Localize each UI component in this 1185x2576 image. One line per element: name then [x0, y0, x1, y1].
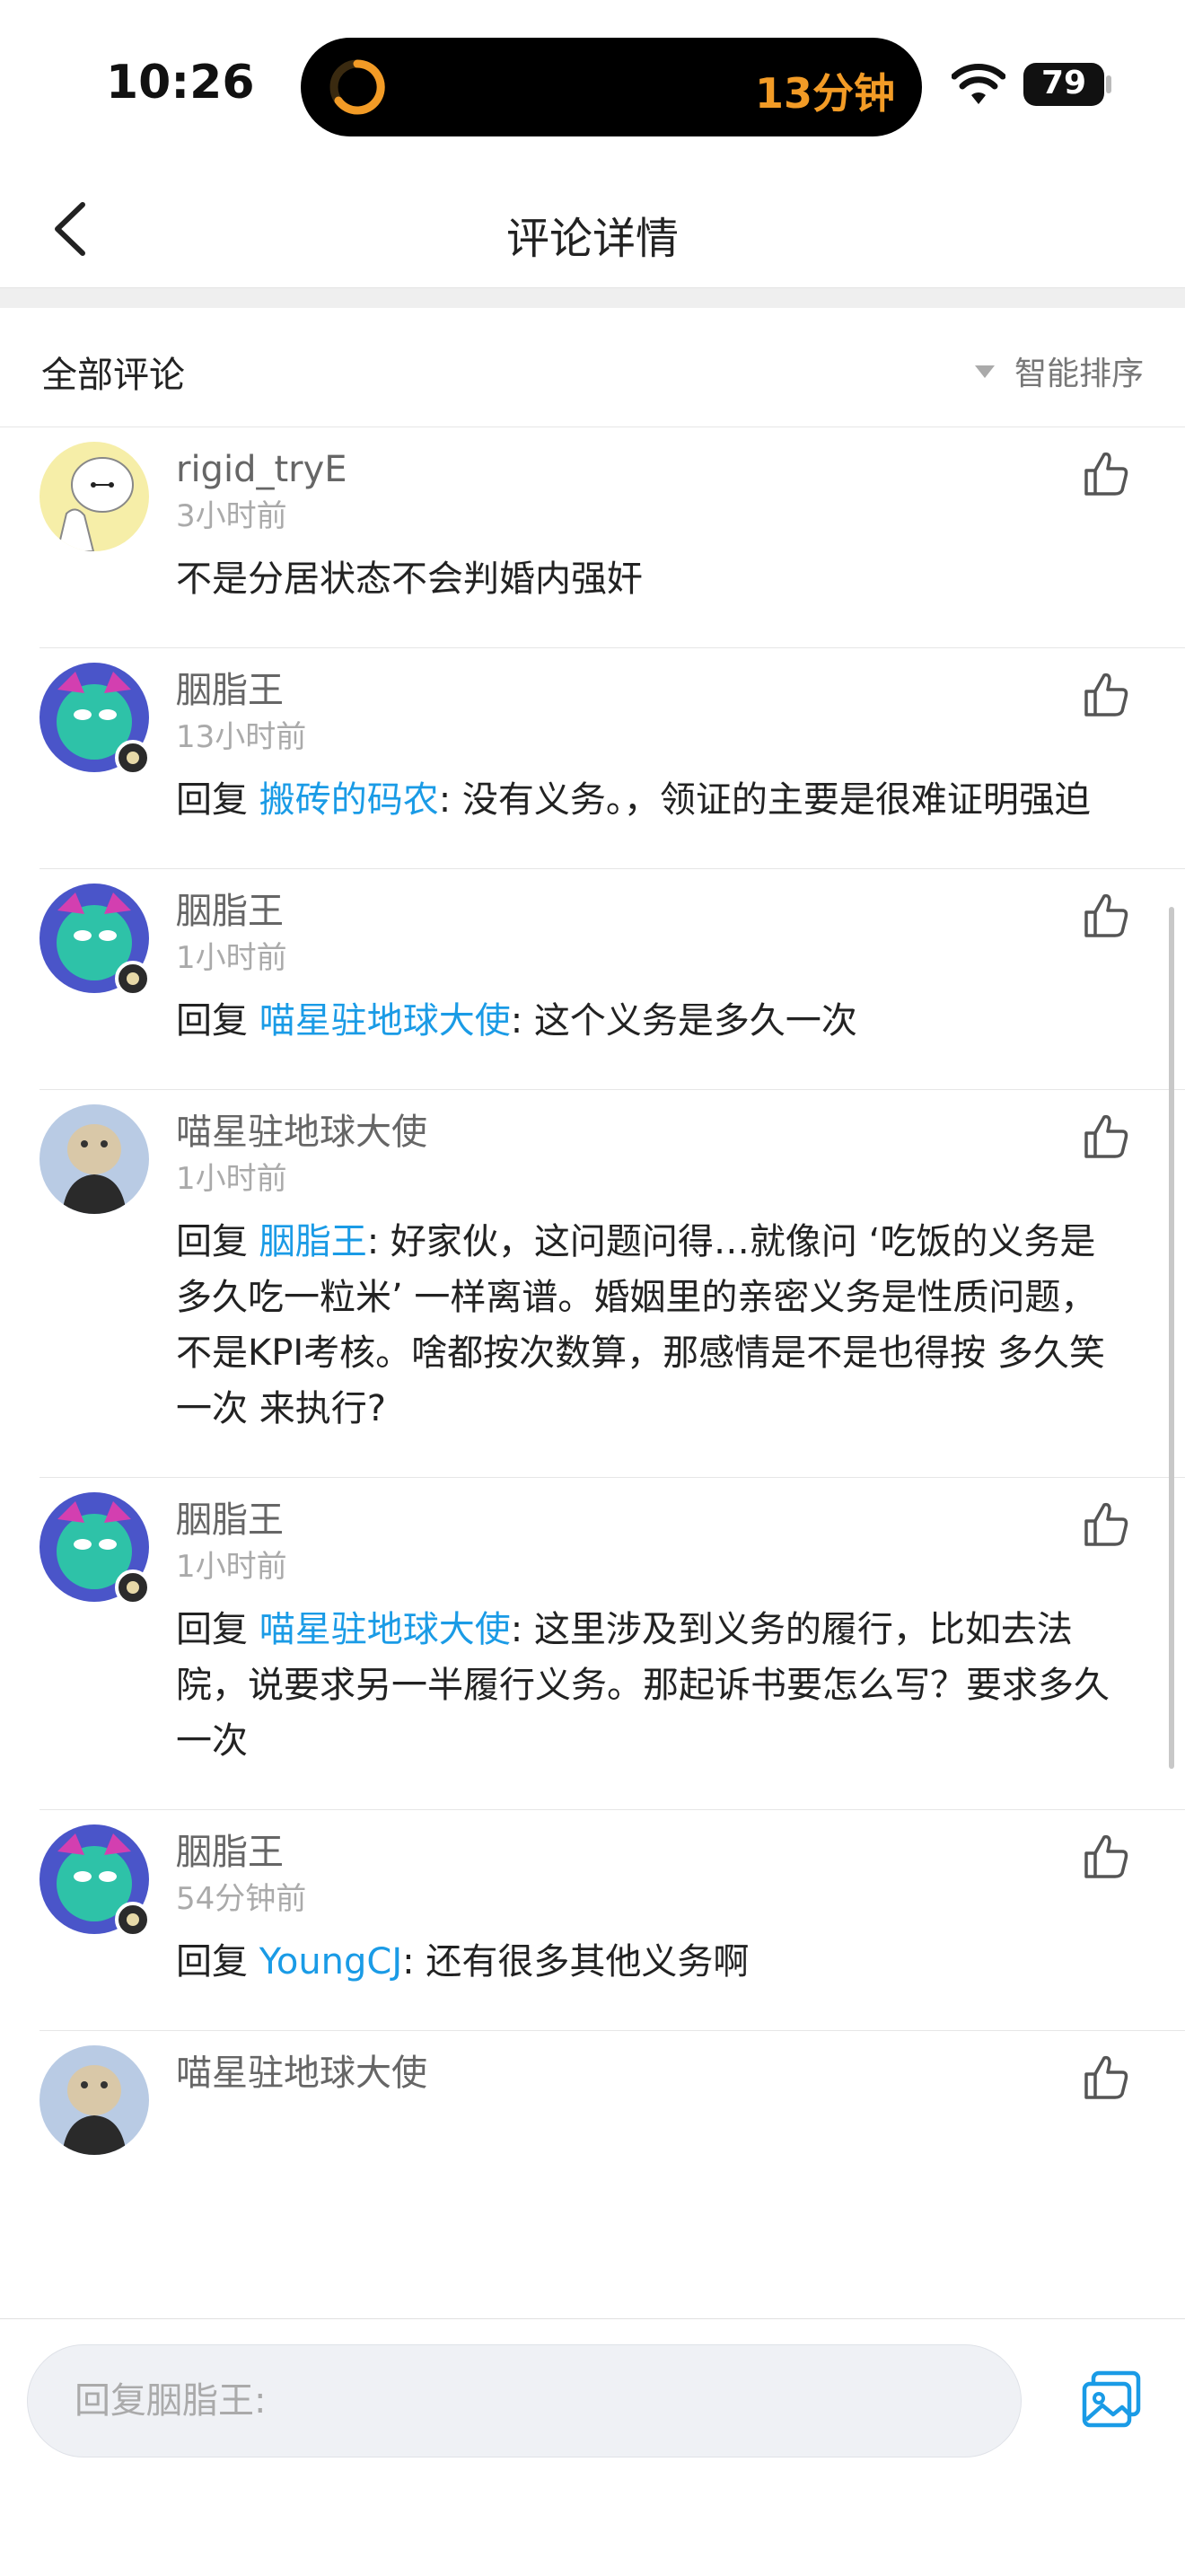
thumbs-up-icon[interactable]	[1081, 1112, 1131, 1162]
comment-item[interactable]: 胭脂王 1小时前 回复 喵星驻地球大使: 这个义务是多久一次	[0, 869, 1185, 1090]
verified-badge-icon	[115, 1569, 151, 1605]
image-picker-icon[interactable]	[1081, 2369, 1142, 2431]
comment-item[interactable]: 胭脂王 1小时前 回复 喵星驻地球大使: 这里涉及到义务的履行，比如去法院，说要…	[0, 1478, 1185, 1810]
comment-username[interactable]: 胭脂王	[176, 1496, 1120, 1544]
thumbs-up-icon[interactable]	[1081, 1832, 1131, 1882]
comment-item[interactable]: 胭脂王 54分钟前 回复 YoungCJ: 还有很多其他义务啊	[0, 1810, 1185, 2031]
comment-username[interactable]: 胭脂王	[176, 1828, 1120, 1877]
scrollbar[interactable]	[1169, 907, 1174, 1769]
dynamic-island[interactable]: 13分钟	[301, 38, 922, 136]
comment-list[interactable]: rigid_tryE 3小时前 不是分居状态不会判婚内强奸 胭脂王 13小时前 …	[0, 427, 1185, 2318]
reply-target-link[interactable]: 喵星驻地球大使	[259, 1000, 511, 1042]
avatar[interactable]	[40, 1104, 149, 1214]
comment-text: 回复 胭脂王: 好家伙，这问题问得…就像问 ‘吃饭的义务是多久吃一粒米’ 一样离…	[176, 1221, 1105, 1429]
comment-time: 54分钟前	[176, 1881, 307, 1917]
battery-cap	[1106, 75, 1111, 93]
sort-triangle-icon	[974, 365, 995, 378]
verified-badge-icon	[115, 740, 151, 776]
reply-target-link[interactable]: 胭脂王	[259, 1221, 367, 1262]
sort-label: 智能排序	[1014, 356, 1144, 392]
comment-username[interactable]: 胭脂王	[176, 666, 1120, 715]
thumbs-up-icon[interactable]	[1081, 891, 1131, 941]
reply-bar: 回复胭脂王:	[0, 2318, 1185, 2576]
nav-bar: 评论详情	[0, 171, 1185, 288]
comment-username[interactable]: 喵星驻地球大使	[176, 2049, 1120, 2097]
comments-header: 全部评论 智能排序	[0, 308, 1185, 427]
comment-item[interactable]: 喵星驻地球大使	[0, 2031, 1185, 2155]
reply-target-link[interactable]: 搬砖的码农	[259, 779, 439, 821]
thumbs-up-icon[interactable]	[1081, 1499, 1131, 1550]
comment-text: 不是分居状态不会判婚内强奸	[176, 558, 643, 600]
status-bar: 10:26 13分钟 79	[0, 0, 1185, 171]
comment-username[interactable]: 喵星驻地球大使	[176, 1108, 1120, 1156]
comment-text: 回复 喵星驻地球大使: 这个义务是多久一次	[176, 1000, 857, 1042]
sort-button[interactable]: 智能排序	[974, 347, 1144, 394]
comment-text: 回复 搬砖的码农: 没有义务。，领证的主要是很难证明强迫	[176, 779, 1091, 821]
thumbs-up-icon[interactable]	[1081, 2053, 1131, 2103]
comment-time: 1小时前	[176, 1161, 287, 1197]
battery-icon: 79	[1023, 63, 1104, 106]
reply-target-link[interactable]: 喵星驻地球大使	[259, 1609, 511, 1650]
comment-time: 1小时前	[176, 1549, 287, 1585]
thumbs-up-icon[interactable]	[1081, 449, 1131, 499]
section-gap	[0, 288, 1185, 308]
comment-time: 3小时前	[176, 498, 287, 534]
avatar[interactable]	[40, 2045, 149, 2155]
wifi-icon	[952, 64, 1005, 104]
comment-username[interactable]: rigid_tryE	[176, 445, 1120, 494]
comment-text: 回复 喵星驻地球大使: 这里涉及到义务的履行，比如去法院，说要求另一半履行义务。…	[176, 1609, 1110, 1762]
avatar[interactable]	[40, 442, 149, 551]
comment-username[interactable]: 胭脂王	[176, 887, 1120, 936]
page-title: 评论详情	[505, 214, 679, 264]
comment-item[interactable]: 喵星驻地球大使 1小时前 回复 胭脂王: 好家伙，这问题问得…就像问 ‘吃饭的义…	[0, 1090, 1185, 1478]
section-title: 全部评论	[41, 355, 185, 396]
verified-badge-icon	[115, 1902, 151, 1938]
timer-text: 13分钟	[754, 69, 895, 118]
verified-badge-icon	[115, 961, 151, 997]
comment-time: 13小时前	[176, 719, 307, 755]
comment-item[interactable]: rigid_tryE 3小时前 不是分居状态不会判婚内强奸	[0, 427, 1185, 648]
comment-text: 回复 YoungCJ: 还有很多其他义务啊	[176, 1941, 750, 1983]
battery-level: 79	[1040, 65, 1087, 101]
comment-time: 1小时前	[176, 940, 287, 976]
reply-input[interactable]: 回复胭脂王:	[27, 2344, 1022, 2457]
reply-target-link[interactable]: YoungCJ	[259, 1941, 402, 1983]
thumbs-up-icon[interactable]	[1081, 670, 1131, 720]
timer-icon	[329, 59, 385, 115]
comment-item[interactable]: 胭脂王 13小时前 回复 搬砖的码农: 没有义务。，领证的主要是很难证明强迫	[0, 648, 1185, 869]
clock: 10:26	[106, 56, 255, 110]
